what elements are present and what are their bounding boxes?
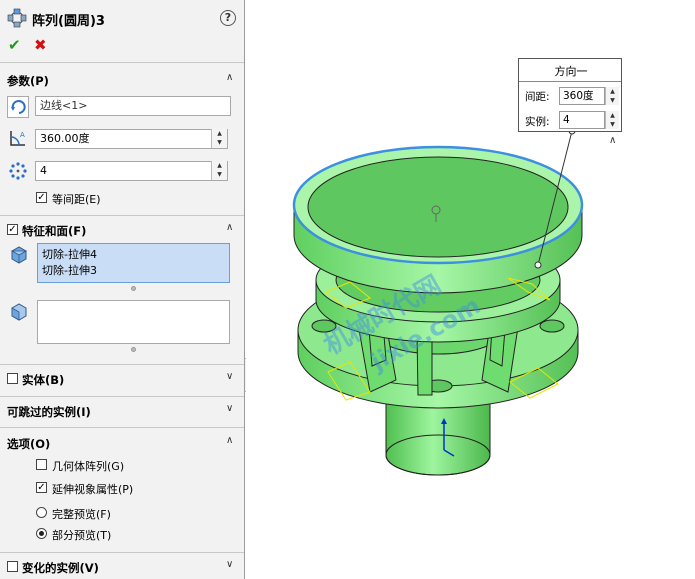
equal-spacing-label: 等间距(E): [52, 193, 101, 206]
separator: [0, 427, 244, 428]
callout-anchor[interactable]: [534, 261, 542, 269]
collapse-chevron-icon[interactable]: ∧: [226, 435, 233, 446]
direction-field[interactable]: 边线<1>: [35, 96, 231, 116]
full-preview-radio[interactable]: [36, 507, 47, 518]
features-checkbox[interactable]: ✓: [7, 224, 18, 235]
resize-handle[interactable]: [131, 347, 136, 352]
propagate-visual-checkbox[interactable]: ✓: [36, 482, 47, 493]
circular-pattern-icon: [7, 8, 27, 28]
geometry-pattern-checkbox[interactable]: [36, 459, 47, 470]
bodies-checkbox[interactable]: [7, 373, 18, 384]
separator: [0, 62, 244, 63]
expand-chevron-icon[interactable]: ∨: [226, 371, 233, 382]
geometry-pattern-label: 几何体阵列(G): [52, 460, 125, 473]
propagate-visual-label: 延伸视象属性(P): [52, 483, 134, 496]
features-icon: [10, 246, 28, 264]
angle-icon: A: [10, 131, 25, 146]
varied-section-title[interactable]: 变化的实例(V): [22, 560, 99, 576]
angle-input[interactable]: 360.00度: [35, 129, 228, 149]
direction-callout: 方向一 间距: 360度 ▲ ▼ 实例: 4 ▲ ▼: [518, 58, 622, 132]
skip-section-title[interactable]: 可跳过的实例(I): [7, 404, 91, 420]
full-preview-label: 完整预览(F): [52, 508, 111, 521]
partial-preview-label: 部分预览(T): [52, 529, 112, 542]
params-section-title[interactable]: 参数(P): [7, 73, 49, 89]
cancel-button[interactable]: ✖: [34, 36, 47, 54]
svg-text:A: A: [20, 131, 25, 139]
instances-spinner[interactable]: ▲ ▼: [211, 161, 227, 180]
collapse-chevron-icon[interactable]: ∧: [226, 72, 233, 83]
property-manager-panel: 阵列(圆周)3 ? ✔ ✖ 参数(P) ∧ 边线<1> A 360.00度 ▲ ▼…: [0, 0, 245, 579]
expand-chevron-icon[interactable]: ∨: [226, 559, 233, 570]
instances-icon: [9, 162, 27, 180]
faces-list[interactable]: [37, 300, 230, 344]
partial-preview-radio[interactable]: [36, 528, 47, 539]
hub-cylinder[interactable]: [385, 399, 491, 476]
model-drawing: [292, 127, 584, 476]
instances-input[interactable]: 4: [35, 161, 228, 181]
callout-instances-input[interactable]: 4: [559, 111, 605, 129]
features-list[interactable]: 切除-拉伸4 切除-拉伸3: [37, 243, 230, 283]
ok-button[interactable]: ✔: [8, 36, 21, 54]
direction-icon[interactable]: [7, 96, 29, 118]
callout-instances-spinner[interactable]: ▲ ▼: [605, 111, 619, 129]
resize-handle[interactable]: [131, 286, 136, 291]
features-section-title[interactable]: 特征和面(F): [22, 223, 86, 239]
callout-spacing-spinner[interactable]: ▲ ▼: [605, 87, 619, 105]
separator: [0, 364, 244, 365]
feature-title: 阵列(圆周)3: [32, 14, 105, 29]
faces-icon: [11, 303, 27, 321]
separator: [0, 396, 244, 397]
top-ring[interactable]: [292, 145, 584, 294]
separator: [519, 81, 621, 82]
callout-instances-label: 实例:: [525, 116, 550, 128]
equal-spacing-checkbox[interactable]: ✓: [36, 192, 47, 203]
separator: [0, 215, 244, 216]
separator: [0, 552, 244, 553]
callout-collapse-chevron-icon[interactable]: ∧: [609, 135, 616, 146]
varied-checkbox[interactable]: [7, 561, 18, 572]
features-list-item[interactable]: 切除-拉伸3: [42, 262, 97, 278]
bodies-section-title[interactable]: 实体(B): [22, 372, 64, 388]
options-section-title[interactable]: 选项(O): [7, 436, 50, 452]
angle-spinner[interactable]: ▲ ▼: [211, 129, 227, 148]
callout-spacing-label: 间距:: [525, 91, 550, 103]
features-list-item[interactable]: 切除-拉伸4: [42, 246, 97, 262]
callout-title: 方向一: [554, 65, 588, 78]
callout-spacing-input[interactable]: 360度: [559, 87, 605, 105]
help-icon[interactable]: ?: [220, 10, 236, 26]
graphics-viewport[interactable]: 机械时代网 jixie.com 方向一 间距: 360度 ▲ ▼ 实例: 4 ▲ ▼…: [246, 0, 695, 579]
expand-chevron-icon[interactable]: ∨: [226, 403, 233, 414]
collapse-chevron-icon[interactable]: ∧: [226, 222, 233, 233]
